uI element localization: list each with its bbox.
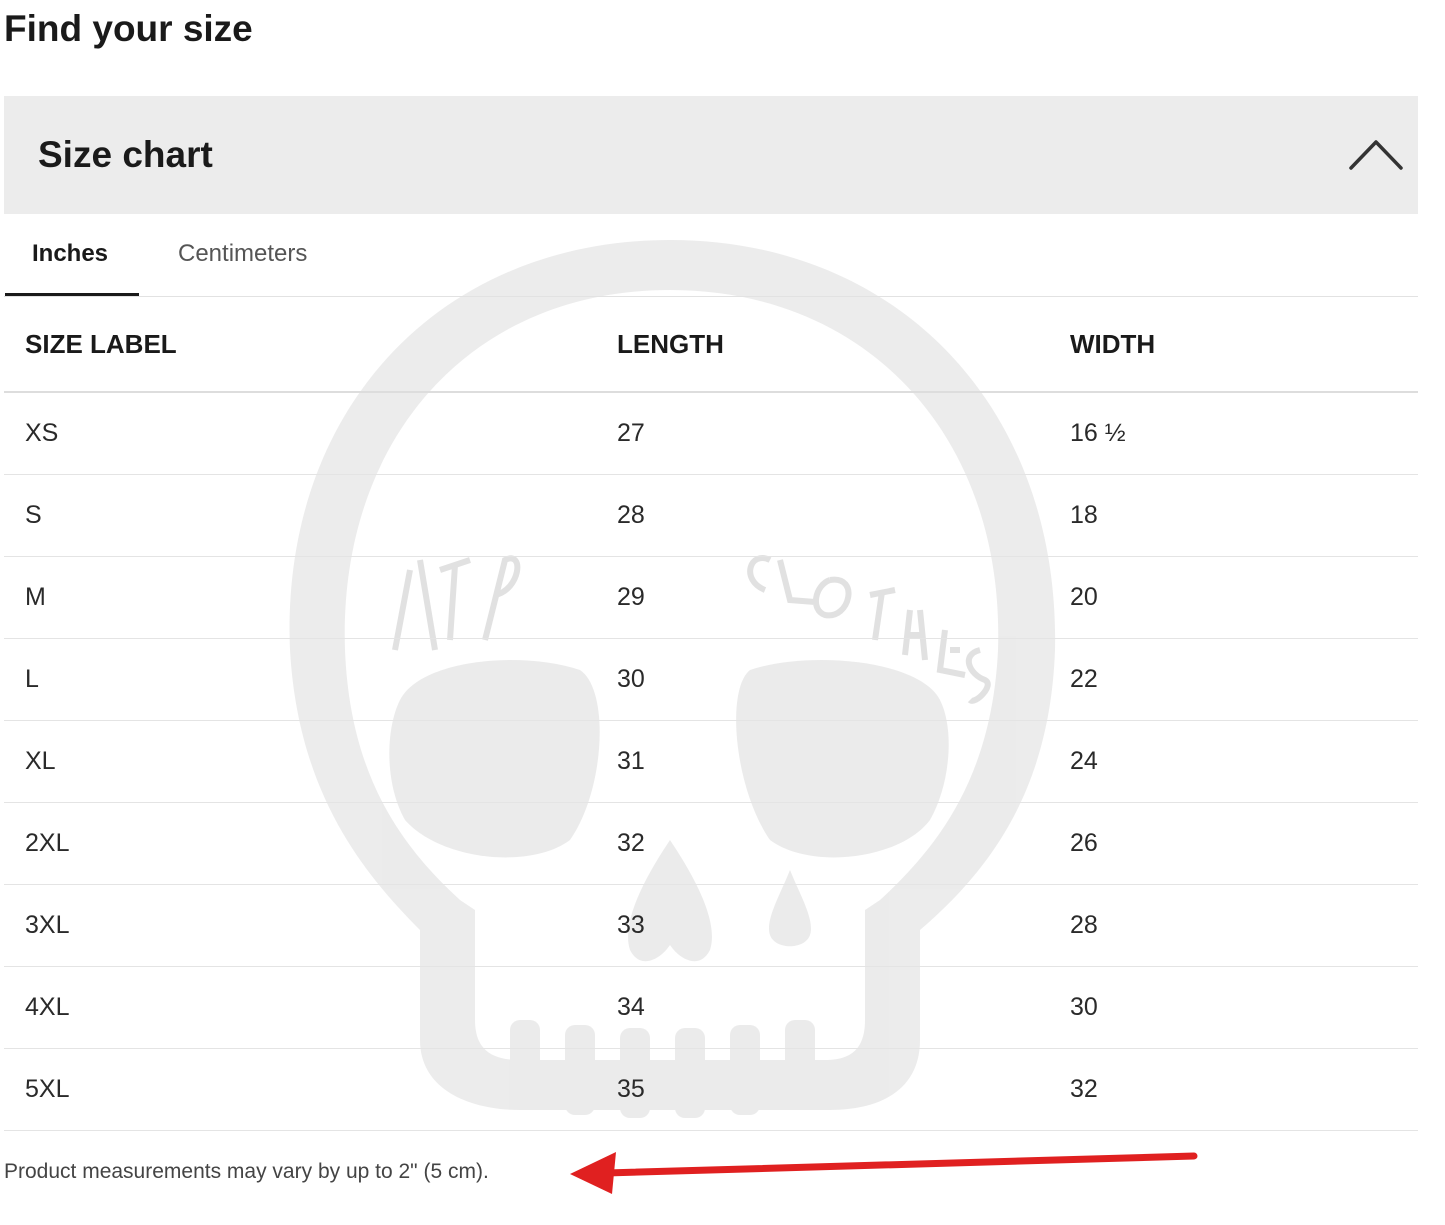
size-label-cell: 5XL bbox=[4, 1048, 617, 1131]
length-cell: 34 bbox=[617, 966, 1070, 1049]
table-row: XS 27 16 ½ bbox=[4, 392, 1418, 475]
table-row: 3XL 33 28 bbox=[4, 884, 1418, 967]
chevron-up-icon[interactable] bbox=[1348, 134, 1404, 174]
column-header-width: WIDTH bbox=[1070, 297, 1418, 393]
length-cell: 30 bbox=[617, 638, 1070, 721]
width-cell: 30 bbox=[1070, 966, 1418, 1049]
table-row: 2XL 32 26 bbox=[4, 802, 1418, 885]
width-cell: 28 bbox=[1070, 884, 1418, 967]
column-header-length: LENGTH bbox=[617, 297, 1070, 393]
size-label-cell: M bbox=[4, 556, 617, 639]
table-row: 5XL 35 32 bbox=[4, 1048, 1418, 1131]
active-tab-indicator bbox=[5, 293, 139, 296]
tab-inches[interactable]: Inches bbox=[32, 240, 108, 268]
measurement-note: Product measurements may vary by up to 2… bbox=[4, 1160, 489, 1183]
tab-centimeters[interactable]: Centimeters bbox=[178, 240, 307, 268]
length-cell: 28 bbox=[617, 474, 1070, 557]
table-row: M 29 20 bbox=[4, 556, 1418, 639]
length-cell: 32 bbox=[617, 802, 1070, 885]
width-cell: 16 ½ bbox=[1070, 392, 1418, 475]
size-label-cell: S bbox=[4, 474, 617, 557]
width-cell: 22 bbox=[1070, 638, 1418, 721]
table-row: 4XL 34 30 bbox=[4, 966, 1418, 1049]
width-cell: 24 bbox=[1070, 720, 1418, 803]
table-header-row: SIZE LABEL LENGTH WIDTH bbox=[4, 297, 1418, 393]
size-guide-page: Find your size Size chart Inches Centime… bbox=[0, 0, 1445, 1225]
size-table: SIZE LABEL LENGTH WIDTH XS 27 16 ½ S 28 … bbox=[4, 297, 1418, 1131]
size-chart-title: Size chart bbox=[38, 134, 213, 175]
arrow-left-icon bbox=[570, 1152, 1198, 1194]
page-title: Find your size bbox=[4, 8, 253, 49]
table-row: XL 31 24 bbox=[4, 720, 1418, 803]
size-chart-accordion-header[interactable]: Size chart bbox=[4, 96, 1418, 214]
size-label-cell: 3XL bbox=[4, 884, 617, 967]
length-cell: 33 bbox=[617, 884, 1070, 967]
width-cell: 18 bbox=[1070, 474, 1418, 557]
width-cell: 20 bbox=[1070, 556, 1418, 639]
unit-tabs: Inches Centimeters bbox=[4, 214, 1418, 297]
width-cell: 32 bbox=[1070, 1048, 1418, 1131]
size-label-cell: XS bbox=[4, 392, 617, 475]
length-cell: 29 bbox=[617, 556, 1070, 639]
column-header-size-label: SIZE LABEL bbox=[4, 297, 617, 393]
length-cell: 35 bbox=[617, 1048, 1070, 1131]
length-cell: 27 bbox=[617, 392, 1070, 475]
size-label-cell: XL bbox=[4, 720, 617, 803]
size-label-cell: 4XL bbox=[4, 966, 617, 1049]
table-row: S 28 18 bbox=[4, 474, 1418, 557]
size-label-cell: 2XL bbox=[4, 802, 617, 885]
size-label-cell: L bbox=[4, 638, 617, 721]
table-row: L 30 22 bbox=[4, 638, 1418, 721]
length-cell: 31 bbox=[617, 720, 1070, 803]
width-cell: 26 bbox=[1070, 802, 1418, 885]
